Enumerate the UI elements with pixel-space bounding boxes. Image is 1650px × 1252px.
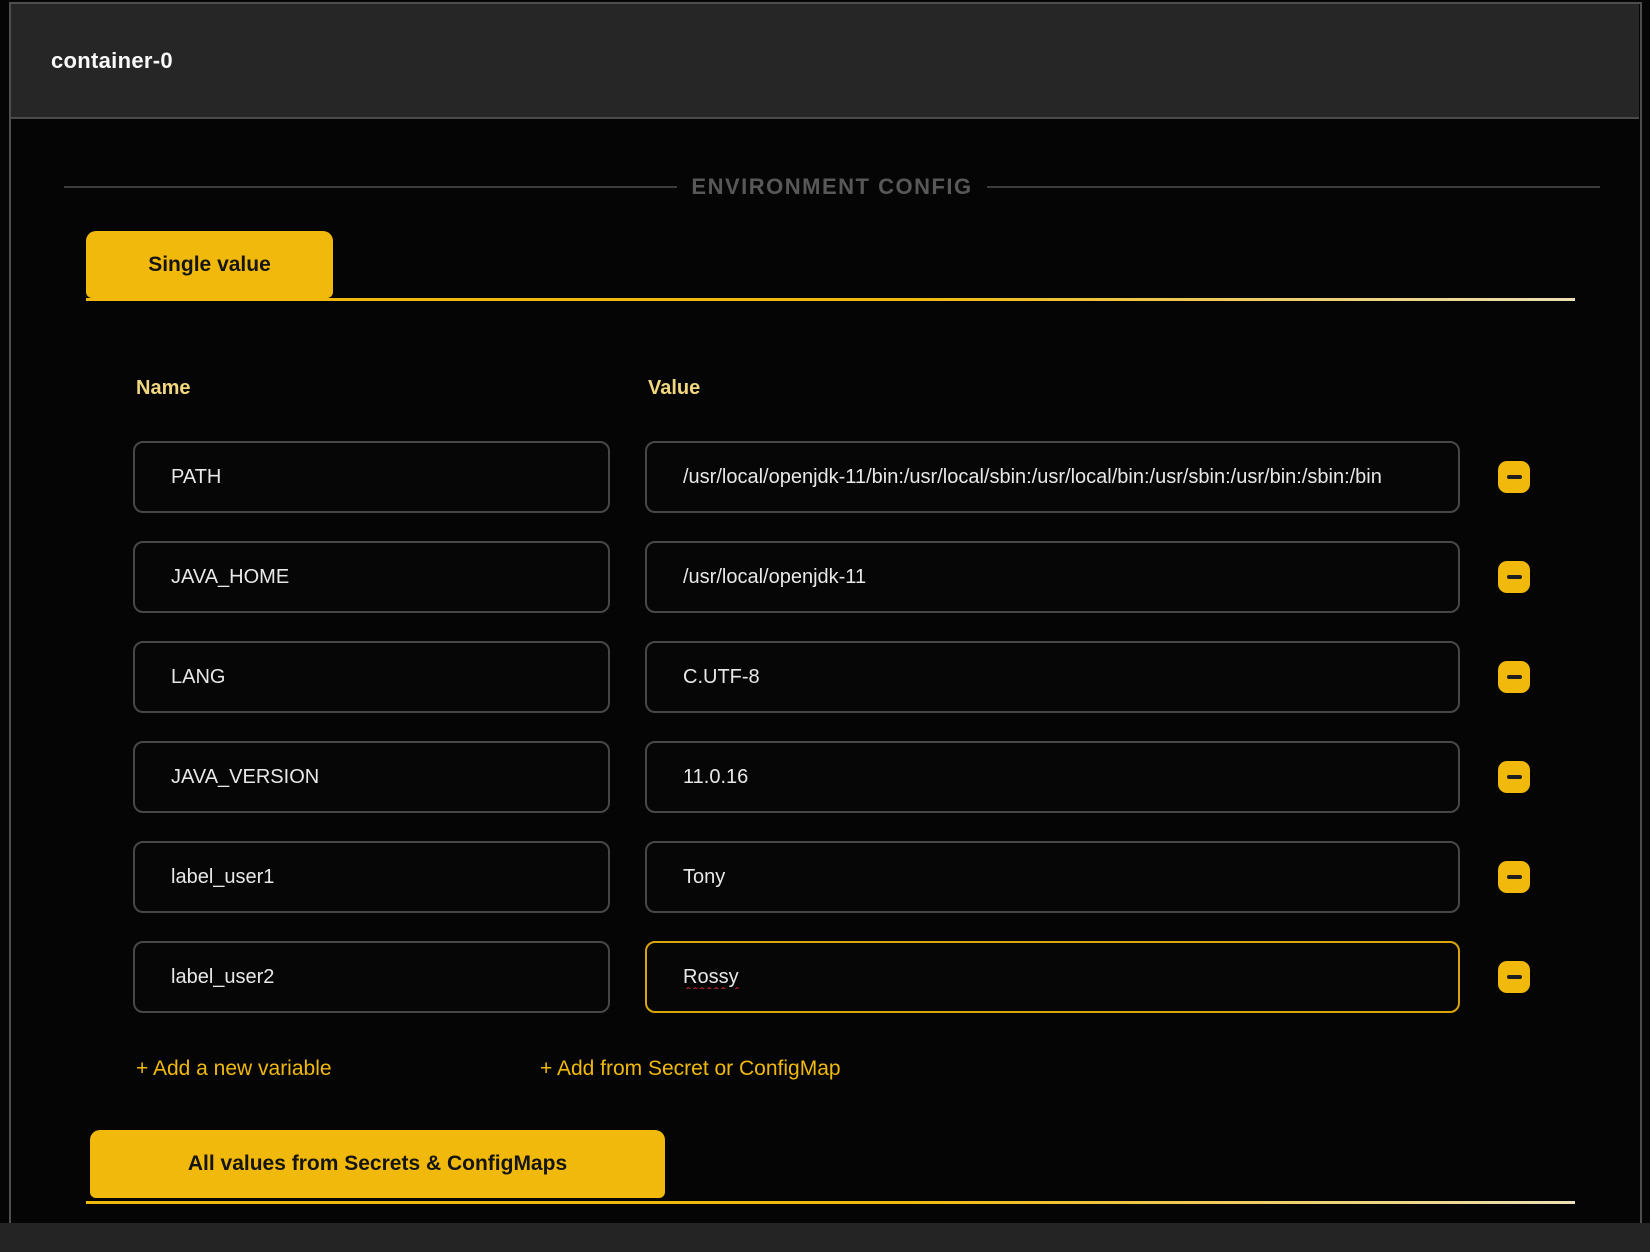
container-config-panel: container-0 ENVIRONMENT CONFIG Single va… [0, 0, 1650, 1252]
tab-underline-top [86, 298, 1575, 301]
panel-title: container-0 [51, 47, 173, 73]
minus-icon [1506, 775, 1522, 779]
env-var-rows: PATH /usr/local/openjdk-11/bin:/usr/loca… [0, 441, 1650, 1041]
variable-value-text: Tony [683, 865, 726, 888]
remove-variable-button[interactable] [1498, 561, 1530, 593]
env-var-row: label_user2 Rossy [0, 941, 1650, 1013]
minus-icon [1506, 675, 1522, 679]
remove-variable-button[interactable] [1498, 861, 1530, 893]
add-new-variable-link[interactable]: + Add a new variable [136, 1057, 332, 1081]
tab-single-value[interactable]: Single value [86, 231, 333, 298]
variable-value-input[interactable]: /usr/local/openjdk-11 [645, 541, 1460, 613]
remove-variable-button[interactable] [1498, 661, 1530, 693]
variable-name-input[interactable]: JAVA_HOME [133, 541, 610, 613]
divider-line-left [64, 186, 678, 188]
env-var-row: JAVA_VERSION 11.0.16 [0, 741, 1650, 813]
variable-name-input[interactable]: label_user1 [133, 841, 610, 913]
variable-value-text: /usr/local/openjdk-11/bin:/usr/local/sbi… [683, 465, 1382, 488]
variable-value-text: /usr/local/openjdk-11 [683, 565, 867, 588]
remove-variable-button[interactable] [1498, 761, 1530, 793]
env-var-row: LANG C.UTF-8 [0, 641, 1650, 713]
variable-name-text: PATH [171, 465, 222, 488]
variable-name-text: LANG [171, 665, 226, 688]
variable-name-text: JAVA_HOME [171, 565, 290, 588]
section-divider: ENVIRONMENT CONFIG [64, 172, 1601, 202]
variable-value-input[interactable]: Tony [645, 841, 1460, 913]
remove-variable-button[interactable] [1498, 961, 1530, 993]
variable-name-text: label_user1 [171, 865, 275, 888]
env-var-row: JAVA_HOME /usr/local/openjdk-11 [0, 541, 1650, 613]
env-var-row: label_user1 Tony [0, 841, 1650, 913]
column-header-name: Name [136, 377, 191, 399]
variable-value-input[interactable]: 11.0.16 [645, 741, 1460, 813]
env-var-row: PATH /usr/local/openjdk-11/bin:/usr/loca… [0, 441, 1650, 513]
variable-name-input[interactable]: PATH [133, 441, 610, 513]
variable-value-input[interactable]: Rossy [645, 941, 1460, 1013]
variable-value-text: Rossy [683, 965, 739, 988]
variable-name-input[interactable]: LANG [133, 641, 610, 713]
variable-value-text: 11.0.16 [683, 765, 749, 788]
divider-line-right [986, 186, 1601, 188]
variable-value-text: C.UTF-8 [683, 665, 760, 688]
panel-header: container-0 [11, 4, 1639, 119]
variable-name-text: label_user2 [171, 965, 275, 988]
tab-all-values[interactable]: All values from Secrets & ConfigMaps [90, 1130, 665, 1198]
minus-icon [1506, 975, 1522, 979]
section-legend: ENVIRONMENT CONFIG [691, 174, 973, 199]
variable-value-input[interactable]: C.UTF-8 [645, 641, 1460, 713]
minus-icon [1506, 575, 1522, 579]
variable-name-input[interactable]: JAVA_VERSION [133, 741, 610, 813]
add-from-secret-link[interactable]: + Add from Secret or ConfigMap [540, 1057, 841, 1081]
footer-bar [0, 1223, 1650, 1252]
remove-variable-button[interactable] [1498, 461, 1530, 493]
minus-icon [1506, 475, 1522, 479]
tab-underline-bottom [86, 1201, 1575, 1204]
minus-icon [1506, 875, 1522, 879]
variable-value-input[interactable]: /usr/local/openjdk-11/bin:/usr/local/sbi… [645, 441, 1460, 513]
variable-name-text: JAVA_VERSION [171, 765, 320, 788]
column-header-value: Value [648, 377, 701, 399]
variable-name-input[interactable]: label_user2 [133, 941, 610, 1013]
